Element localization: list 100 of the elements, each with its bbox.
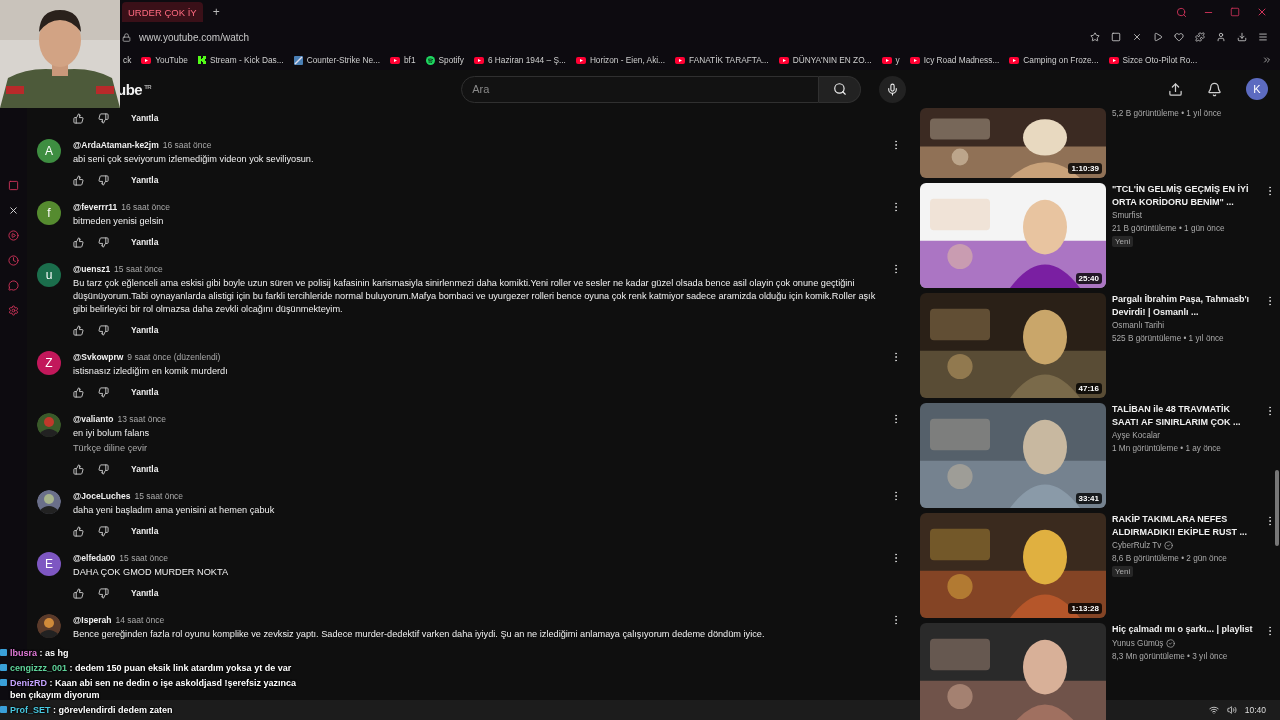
browser-tab[interactable]: URDER ÇOK İY — [122, 2, 203, 22]
comment-text: bitmeden yenisi gelsin — [73, 215, 165, 228]
comment-time: 13 saat önce — [117, 413, 167, 425]
dislike-button[interactable] — [98, 324, 109, 336]
comment-author[interactable]: @uensz1 — [73, 263, 111, 275]
thumbs-up-icon — [73, 587, 84, 599]
dislike-button[interactable] — [98, 587, 109, 599]
dislike-button[interactable] — [98, 112, 109, 124]
bookmark-link[interactable]: bf1 — [390, 55, 416, 65]
comment-author[interactable]: @Isperah — [73, 614, 112, 626]
like-button[interactable] — [73, 236, 84, 248]
reply-button[interactable]: Yanıtla — [127, 173, 163, 187]
dislike-button[interactable] — [98, 525, 109, 537]
thumbs-down-icon — [98, 324, 109, 336]
user-avatar: u — [37, 263, 61, 287]
youtube-icon — [909, 56, 920, 64]
bookmark-link[interactable]: Spotify — [425, 55, 464, 65]
translate-link[interactable]: Türkçe diline çevir — [73, 442, 148, 455]
chat-message: lbusra : as hg — [10, 647, 69, 659]
like-button[interactable] — [73, 587, 84, 599]
bookmark-link[interactable]: FANATİK TARAFTA... — [675, 55, 769, 65]
like-button[interactable] — [73, 463, 84, 475]
comment-author[interactable]: @JoceLuches — [73, 490, 131, 502]
channel-name[interactable]: CyberRulz Tv — [1112, 540, 1162, 551]
reply-button[interactable]: Yanıtla — [127, 462, 163, 476]
video-title[interactable]: "TCL'İN GELMİŞ GEÇMİŞ EN İYİ ORTA KORİDORU BENİM" ... — [1112, 183, 1258, 208]
new-tab-button[interactable]: + — [208, 5, 224, 19]
dislike-button[interactable] — [98, 386, 109, 398]
user-avatar: Z — [37, 351, 61, 375]
like-button[interactable] — [73, 112, 84, 124]
reply-button[interactable]: Yanıtla — [127, 524, 163, 538]
comment-time: 16 saat önce — [162, 139, 212, 151]
heart-button[interactable] — [1174, 32, 1184, 42]
like-button[interactable] — [73, 174, 84, 186]
reply-button[interactable]: Yanıtla — [127, 323, 163, 337]
wifi-icon — [1208, 705, 1219, 715]
thumbs-down-icon — [98, 236, 109, 248]
search-button[interactable] — [1176, 6, 1187, 18]
bell-icon — [1207, 81, 1222, 97]
new-badge: Yeni — [1112, 566, 1134, 577]
comment-author[interactable]: @Svkowprw — [73, 351, 124, 363]
chat-badge-icon — [0, 706, 7, 713]
bookmark-link[interactable]: Counter-Strike Ne... — [293, 55, 380, 65]
video-title[interactable]: RAKİP TAKIMLARA NEFES ALDIRMADIK!! EKİPLE RUST ... — [1112, 513, 1258, 538]
like-button[interactable] — [73, 324, 84, 336]
bookmark-link[interactable]: ck — [123, 55, 132, 65]
user-avatar: A — [37, 139, 61, 163]
menu-button[interactable] — [1258, 32, 1268, 42]
bookmark-link[interactable]: Camping on Froze... — [1009, 55, 1099, 65]
comment-author[interactable]: @valianto — [73, 413, 114, 425]
channel-name[interactable]: Osmanlı Tarihi — [1112, 320, 1165, 331]
bookmark-link[interactable]: Icy Road Madness... — [909, 55, 1000, 65]
bell-button[interactable] — [1207, 81, 1222, 97]
video-stats: 21 B görüntüleme • 1 gün önce — [1112, 223, 1225, 234]
comment-text: DAHA ÇOK GMOD MURDER NOKTA — [73, 566, 229, 579]
address-field[interactable]: www.youtube.com/watch — [139, 31, 250, 43]
profile-button[interactable] — [1216, 32, 1226, 42]
bookmark-link[interactable]: DÜNYA'NIN EN ZO... — [778, 55, 872, 65]
video-title[interactable]: Pargalı İbrahim Paşa, Tahmasb'ı Devirdi! | Osmanlı ... — [1112, 293, 1258, 318]
search-button[interactable] — [819, 75, 862, 103]
bookmark-link[interactable]: Horizon - Eien, Aki... — [575, 55, 666, 65]
video-title[interactable]: Hiç çalmadı mı o şarkı... | playlist — [1112, 623, 1258, 636]
channel-name[interactable]: Yunus Gümüş — [1112, 637, 1164, 649]
search-field[interactable]: Ara — [461, 75, 820, 103]
channel-name[interactable]: Ayşe Kocalar — [1112, 430, 1161, 441]
scrollbar-thumb[interactable] — [1275, 470, 1279, 546]
close-button[interactable] — [1256, 6, 1268, 18]
bookmark-link[interactable]: 6 Haziran 1944 – Ş... — [473, 55, 566, 65]
dislike-button[interactable] — [98, 174, 109, 186]
video-stats: 525 B görüntüleme • 1 yıl önce — [1112, 333, 1224, 344]
mic-button[interactable] — [879, 75, 907, 103]
reply-button[interactable]: Yanıtla — [127, 586, 163, 600]
extensions-button[interactable] — [1195, 32, 1205, 42]
like-button[interactable] — [73, 525, 84, 537]
account-avatar[interactable]: K — [1246, 78, 1268, 100]
dislike-button[interactable] — [98, 236, 109, 248]
channel-name[interactable]: Smurfist — [1112, 210, 1143, 221]
download-button[interactable] — [1237, 32, 1247, 42]
comment-text: en iyi bolum falans — [73, 427, 151, 440]
reply-button[interactable]: Yanıtla — [127, 111, 163, 125]
lock-icon — [122, 32, 131, 42]
comment-author[interactable]: @elfeda00 — [73, 552, 116, 564]
chat-badge-icon — [0, 649, 7, 656]
comment-author[interactable]: @feverrr11 — [73, 201, 118, 213]
comment-time: 9 saat önce (düzenlendi) — [127, 351, 221, 363]
reply-button[interactable]: Yanıtla — [127, 235, 163, 249]
video-duration: 1:13:28 — [1068, 603, 1102, 614]
bookmark-link[interactable]: Sizce Oto-Pilot Ro... — [1108, 55, 1198, 65]
reply-button[interactable]: Yanıtla — [127, 385, 163, 399]
upload-button[interactable] — [1168, 81, 1183, 97]
dislike-button[interactable] — [98, 463, 109, 475]
video-title[interactable]: TALİBAN ile 48 TRAVMATİK SAAT! AF SINIRLARIM ÇOK ... — [1112, 403, 1258, 428]
chat-message: cengizzz_001 : dedem 150 puan eksik link atardım yoksa yt de var — [10, 662, 292, 674]
app-icon — [8, 180, 19, 191]
comment-author[interactable]: @ArdaAtaman-ke2jm — [73, 139, 159, 151]
bookmark-link[interactable]: Stream - Kick Das... — [197, 55, 284, 65]
bookmark-link[interactable]: y — [881, 55, 900, 65]
like-button[interactable] — [73, 386, 84, 398]
thumbs-up-icon — [73, 525, 84, 537]
bookmark-link[interactable]: YouTube — [141, 55, 188, 65]
